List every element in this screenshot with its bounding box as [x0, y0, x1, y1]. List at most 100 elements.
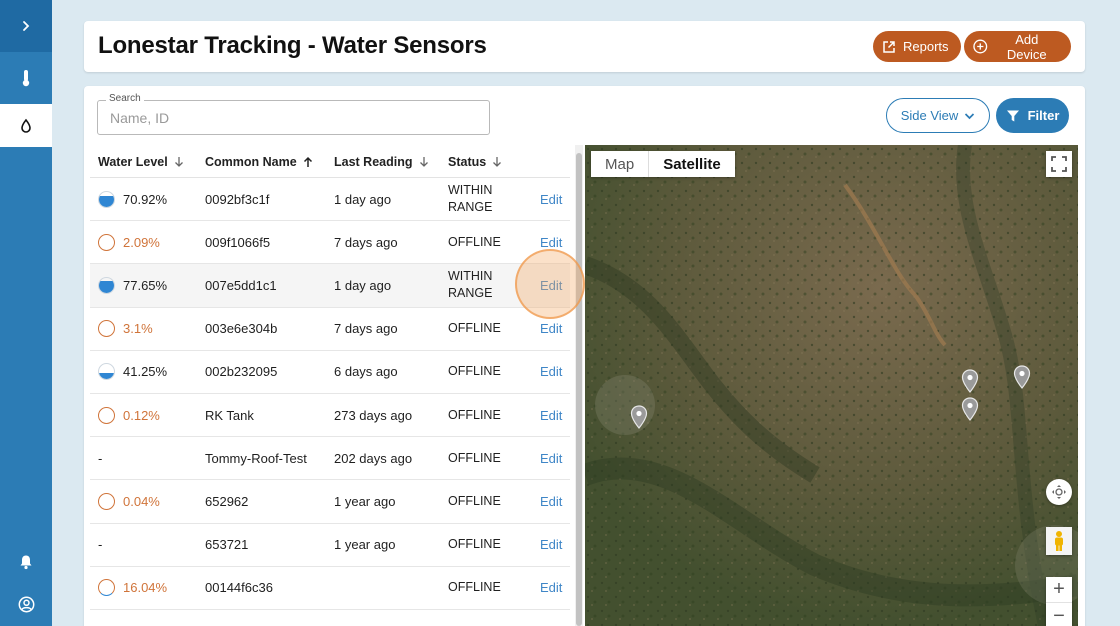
status-cell: OFFLINE	[448, 321, 501, 336]
user-circle-icon	[18, 596, 34, 612]
water-level-cell: 3.1%	[98, 308, 153, 350]
sidebar-item-water[interactable]	[0, 104, 52, 147]
last-reading-cell	[334, 567, 429, 609]
column-last-reading[interactable]: Last Reading	[334, 155, 429, 169]
map-marker-icon[interactable]	[1013, 365, 1031, 389]
camera-control-icon	[1052, 485, 1066, 499]
status-cell: WITHIN RANGE	[448, 269, 493, 301]
plus-circle-icon	[973, 39, 988, 54]
water-level-value: 0.12%	[123, 407, 160, 423]
scrollbar-thumb[interactable]	[576, 153, 582, 626]
search-label: Search	[106, 93, 144, 104]
water-level-cell: 41.25%	[98, 351, 167, 393]
last-reading-cell: 1 day ago	[334, 277, 392, 293]
add-device-button[interactable]: Add Device	[964, 31, 1071, 62]
edit-link[interactable]: Edit	[540, 394, 562, 436]
map-view[interactable]: Map Satellite + −	[585, 145, 1078, 626]
status-cell: WITHIN RANGE	[448, 183, 493, 215]
tab-satellite[interactable]: Satellite	[648, 151, 735, 177]
column-water-level[interactable]: Water Level	[98, 155, 184, 169]
table-row[interactable]: 3.1% 003e6e304b 7 days ago OFFLINE Edit	[90, 308, 570, 351]
common-name-cell: RK Tank	[205, 407, 254, 423]
side-view-button[interactable]: Side View	[886, 98, 990, 133]
last-reading-cell: 1 year ago	[334, 493, 396, 509]
common-name-cell: Tommy-Roof-Test	[205, 450, 307, 466]
header: Lonestar Tracking - Water Sensors Report…	[84, 21, 1085, 72]
table-row[interactable]: - 653721 1 year ago OFFLINE Edit	[90, 524, 570, 567]
reports-label: Reports	[903, 39, 949, 54]
thermometer-icon	[22, 70, 30, 87]
edit-link[interactable]: Edit	[540, 351, 562, 393]
last-reading-cell: 6 days ago	[334, 364, 398, 380]
fullscreen-icon	[1051, 156, 1067, 172]
satellite-imagery	[585, 145, 1078, 626]
zoom-in-button[interactable]: +	[1046, 577, 1072, 603]
page-title: Lonestar Tracking - Water Sensors	[98, 32, 487, 59]
map-marker-icon[interactable]	[961, 397, 979, 421]
column-label: Water Level	[98, 155, 168, 169]
edit-link[interactable]: Edit	[540, 567, 562, 609]
column-status[interactable]: Status	[448, 155, 502, 169]
reports-button[interactable]: Reports	[873, 31, 961, 62]
last-reading-cell: 273 days ago	[334, 407, 413, 423]
last-reading-cell: 1 day ago	[334, 191, 392, 207]
common-name-cell: 00144f6c36	[205, 580, 273, 596]
water-level-value: 41.25%	[123, 364, 168, 380]
edit-link[interactable]: Edit	[540, 178, 562, 220]
last-reading-cell: 202 days ago	[334, 450, 413, 466]
zoom-out-button[interactable]: −	[1046, 603, 1072, 626]
table-row[interactable]: 0.04% 652962 1 year ago OFFLINE Edit	[90, 480, 570, 524]
tab-map[interactable]: Map	[591, 151, 648, 177]
common-name-cell: 007e5dd1c1	[205, 277, 277, 293]
side-view-label: Side View	[900, 108, 959, 123]
chevron-down-icon	[965, 112, 975, 119]
filter-button[interactable]: Filter	[996, 98, 1069, 133]
chevron-right-icon	[23, 21, 30, 31]
map-marker-icon[interactable]	[961, 369, 979, 393]
fullscreen-button[interactable]	[1046, 151, 1072, 177]
water-level-value: 3.1%	[123, 321, 153, 337]
water-level-cell: 2.09%	[98, 221, 160, 263]
map-type-tabs: Map Satellite	[591, 151, 735, 177]
common-name-cell: 003e6e304b	[205, 321, 278, 337]
table-scrollbar[interactable]	[575, 145, 583, 626]
sidebar-expand-button[interactable]	[0, 0, 52, 52]
edit-link[interactable]: Edit	[540, 480, 562, 522]
table-row[interactable]: 16.04% 00144f6c36 OFFLINE Edit	[90, 567, 570, 610]
edit-link[interactable]: Edit	[540, 437, 562, 479]
water-level-value: 16.04%	[123, 580, 168, 596]
table-row[interactable]: - Tommy-Roof-Test 202 days ago OFFLINE Edit	[90, 437, 570, 481]
table-row[interactable]: 2.09% 009f1066f5 7 days ago OFFLINE Edit	[90, 221, 570, 265]
zoom-controls: + −	[1046, 577, 1072, 626]
low-level-icon	[98, 579, 115, 597]
table-row[interactable]: 77.65% 007e5dd1c1 1 day ago WITHIN RANGE Edi…	[90, 264, 570, 308]
table-row[interactable]: 0.12% RK Tank 273 days ago OFFLINE Edit	[90, 394, 570, 438]
low-level-icon	[98, 406, 115, 424]
map-marker-icon[interactable]	[630, 405, 648, 429]
table-row[interactable]: 70.92% 0092bf3c1f 1 day ago WITHIN RANGE Edi…	[90, 178, 570, 222]
edit-link[interactable]: Edit	[540, 524, 562, 566]
water-level-value: 0.04%	[123, 493, 160, 509]
table-row[interactable]: 41.25% 002b232095 6 days ago OFFLINE Edit	[90, 351, 570, 394]
water-level-cell: 70.92%	[98, 178, 167, 220]
add-device-label: Add Device	[1006, 31, 1047, 62]
water-level-cell: 0.04%	[98, 480, 160, 522]
search-field[interactable]: Search	[97, 93, 490, 135]
common-name-cell: 0092bf3c1f	[205, 191, 270, 207]
pegman-button[interactable]	[1046, 527, 1072, 555]
sidebar-item-temperature[interactable]	[0, 52, 52, 104]
pegman-icon	[1055, 531, 1063, 551]
water-level-value: 70.92%	[123, 191, 168, 207]
status-cell: OFFLINE	[448, 234, 501, 249]
arrow-up-icon	[303, 156, 312, 167]
account-button[interactable]	[0, 578, 52, 626]
column-common-name[interactable]: Common Name	[205, 155, 313, 169]
arrow-down-icon	[493, 157, 502, 167]
column-label: Status	[448, 155, 487, 169]
water-level-cell: 0.12%	[98, 394, 160, 436]
water-level-cell: -	[98, 437, 102, 479]
tank-level-icon	[98, 190, 115, 208]
search-input[interactable]	[110, 110, 470, 126]
common-name-cell: 653721	[205, 537, 249, 553]
camera-control-button[interactable]	[1046, 479, 1072, 505]
